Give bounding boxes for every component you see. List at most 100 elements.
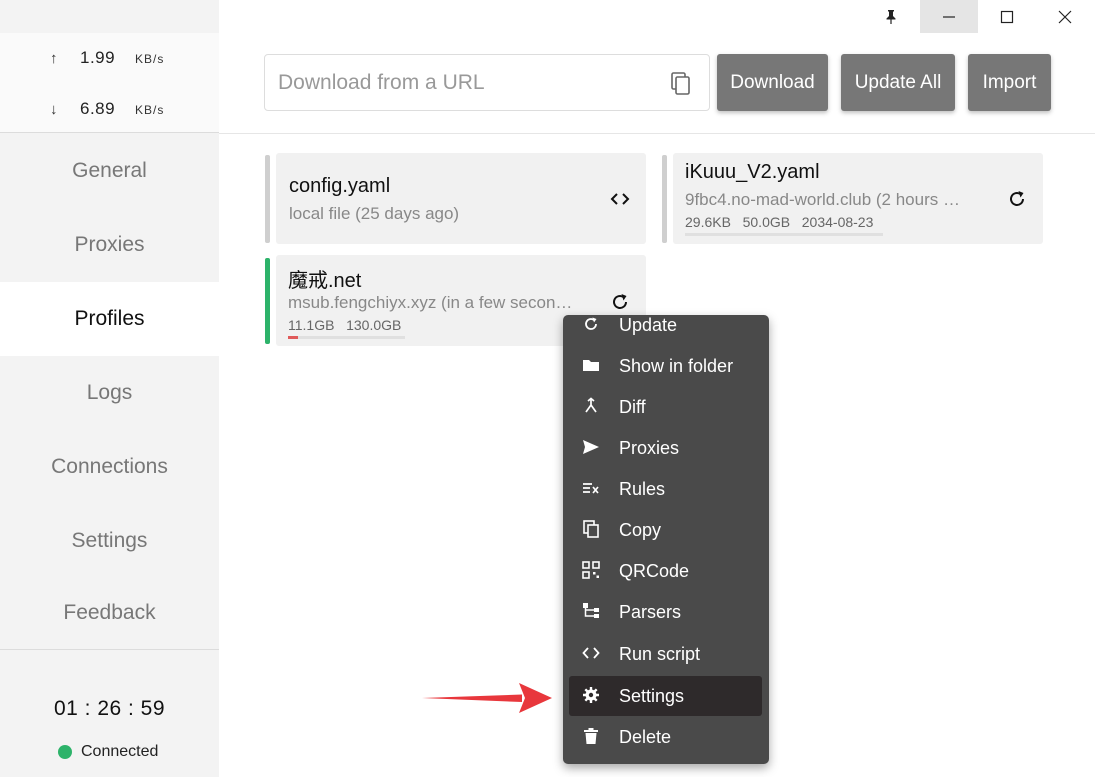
sidebar-item-proxies[interactable]: Proxies xyxy=(0,208,219,282)
refresh-button[interactable] xyxy=(609,291,631,313)
menu-item-label: Update xyxy=(619,315,678,335)
menu-item-copy[interactable]: Copy xyxy=(563,510,769,550)
sidebar-item-logs[interactable]: Logs xyxy=(0,356,219,430)
edit-code-button[interactable] xyxy=(609,188,631,210)
usage-progress-bar xyxy=(685,233,883,236)
status-dot-icon xyxy=(58,745,72,759)
profile-card[interactable]: iKuuu_V2.yaml 9fbc4.no-mad-world.club (2… xyxy=(673,153,1043,244)
profile-subtitle: 9fbc4.no-mad-world.club (2 hours … xyxy=(685,190,960,209)
sidebar-item-general[interactable]: General xyxy=(0,134,219,208)
close-icon xyxy=(1058,10,1072,23)
sidebar-item-feedback[interactable]: Feedback xyxy=(0,576,219,650)
merge-icon xyxy=(585,397,597,413)
copy-icon xyxy=(671,72,690,95)
usage-progress-fill xyxy=(288,336,298,339)
profile-used: 29.6KB xyxy=(685,214,731,230)
menu-item-label: Show in folder xyxy=(619,355,734,376)
rules-icon xyxy=(583,483,599,494)
menu-item-label: Parsers xyxy=(619,601,682,622)
import-button[interactable]: Import xyxy=(968,54,1051,111)
connection-status[interactable]: Connected xyxy=(58,743,158,761)
sidebar-item-settings[interactable]: Settings xyxy=(0,504,219,578)
minimize-icon xyxy=(943,15,955,18)
sidebar-item-profiles[interactable]: Profiles xyxy=(0,282,219,356)
menu-item-delete[interactable]: Delete xyxy=(563,717,769,757)
download-speed: ↓ 6.89 KB/s xyxy=(50,99,164,119)
upload-speed: ↑ 1.99 KB/s xyxy=(50,48,164,68)
send-icon xyxy=(583,440,599,454)
code-icon xyxy=(610,193,630,205)
minimize-button[interactable] xyxy=(920,0,978,33)
pin-button[interactable] xyxy=(862,0,920,33)
menu-item-diff[interactable]: Diff xyxy=(563,387,769,427)
refresh-icon xyxy=(613,294,627,309)
maximize-button[interactable] xyxy=(978,0,1036,33)
menu-item-show-in-folder[interactable]: Show in folder xyxy=(563,346,769,386)
menu-item-label: Settings xyxy=(619,685,685,706)
annotation-arrow-icon xyxy=(422,683,552,713)
url-field-container xyxy=(264,54,710,111)
paste-button[interactable] xyxy=(669,72,693,96)
menu-item-rules[interactable]: Rules xyxy=(563,469,769,509)
copy-icon xyxy=(583,520,599,538)
tree-icon xyxy=(583,603,599,618)
pin-icon xyxy=(886,9,896,24)
menu-item-label: QRCode xyxy=(619,560,690,581)
uptime-timer: 01 : 26 : 59 xyxy=(53,697,166,720)
context-menu: Update Show in folder Diff Proxies Rules… xyxy=(563,315,769,764)
gear-icon xyxy=(583,687,599,703)
profile-subtitle: msub.fengchiyx.xyz (in a few secon… xyxy=(288,293,573,312)
title-bar xyxy=(0,0,1095,33)
upload-value: 1.99 xyxy=(80,48,116,67)
qrcode-icon xyxy=(582,561,600,579)
upload-unit: KB/s xyxy=(135,52,165,66)
profile-used: 11.1GB xyxy=(288,317,335,333)
profile-indicator xyxy=(662,155,667,243)
profile-card[interactable]: config.yaml local file (25 days ago) xyxy=(276,153,646,244)
menu-item-label: Diff xyxy=(619,396,646,417)
menu-item-run-script[interactable]: Run script xyxy=(563,634,769,674)
url-input[interactable] xyxy=(278,69,658,97)
menu-item-qrcode[interactable]: QRCode xyxy=(563,551,769,591)
sidebar-item-connections[interactable]: Connections xyxy=(0,430,219,504)
upload-arrow-icon: ↑ xyxy=(50,50,58,67)
profile-title: config.yaml xyxy=(289,175,391,197)
profile-total: 50.0GB xyxy=(742,214,791,230)
download-unit: KB/s xyxy=(135,103,165,117)
menu-item-label: Copy xyxy=(619,519,662,540)
profile-indicator xyxy=(265,155,270,243)
sidebar-divider xyxy=(0,649,219,650)
menu-item-label: Proxies xyxy=(619,437,680,458)
toolbar-divider xyxy=(219,133,1095,134)
status-label: Connected xyxy=(81,743,159,760)
menu-item-settings[interactable]: Settings xyxy=(569,676,762,716)
refresh-icon xyxy=(585,317,597,330)
menu-item-proxies[interactable]: Proxies xyxy=(563,428,769,468)
traffic-panel: ↑ 1.99 KB/s ↓ 6.89 KB/s xyxy=(0,33,219,133)
profile-usage: 29.6KB 50.0GB 2034-08-23 xyxy=(685,214,873,230)
close-button[interactable] xyxy=(1036,0,1094,33)
menu-item-label: Run script xyxy=(619,643,701,664)
profile-active-indicator xyxy=(265,258,270,344)
profile-total: 130.0GB xyxy=(346,317,402,333)
download-arrow-icon: ↓ xyxy=(50,101,58,118)
profile-subtitle: local file (25 days ago) xyxy=(289,204,460,223)
menu-item-label: Rules xyxy=(619,478,666,499)
menu-item-parsers[interactable]: Parsers xyxy=(563,592,769,632)
profile-title: 魔戒.net xyxy=(288,270,362,292)
trash-icon xyxy=(584,728,598,744)
folder-icon xyxy=(583,360,599,371)
refresh-button[interactable] xyxy=(1006,188,1028,210)
menu-item-update[interactable]: Update xyxy=(563,315,769,345)
usage-progress-bar xyxy=(288,336,405,339)
code-icon xyxy=(582,647,600,659)
download-value: 6.89 xyxy=(80,99,116,118)
profile-usage: 11.1GB 130.0GB xyxy=(288,317,401,333)
menu-item-label: Delete xyxy=(619,726,672,747)
sidebar: ↑ 1.99 KB/s ↓ 6.89 KB/s General Proxies … xyxy=(0,0,219,777)
maximize-icon xyxy=(1000,10,1014,23)
update-all-button[interactable]: Update All xyxy=(841,54,955,111)
download-button[interactable]: Download xyxy=(717,54,828,111)
refresh-icon xyxy=(1010,191,1024,206)
profile-title: iKuuu_V2.yaml xyxy=(685,161,820,183)
